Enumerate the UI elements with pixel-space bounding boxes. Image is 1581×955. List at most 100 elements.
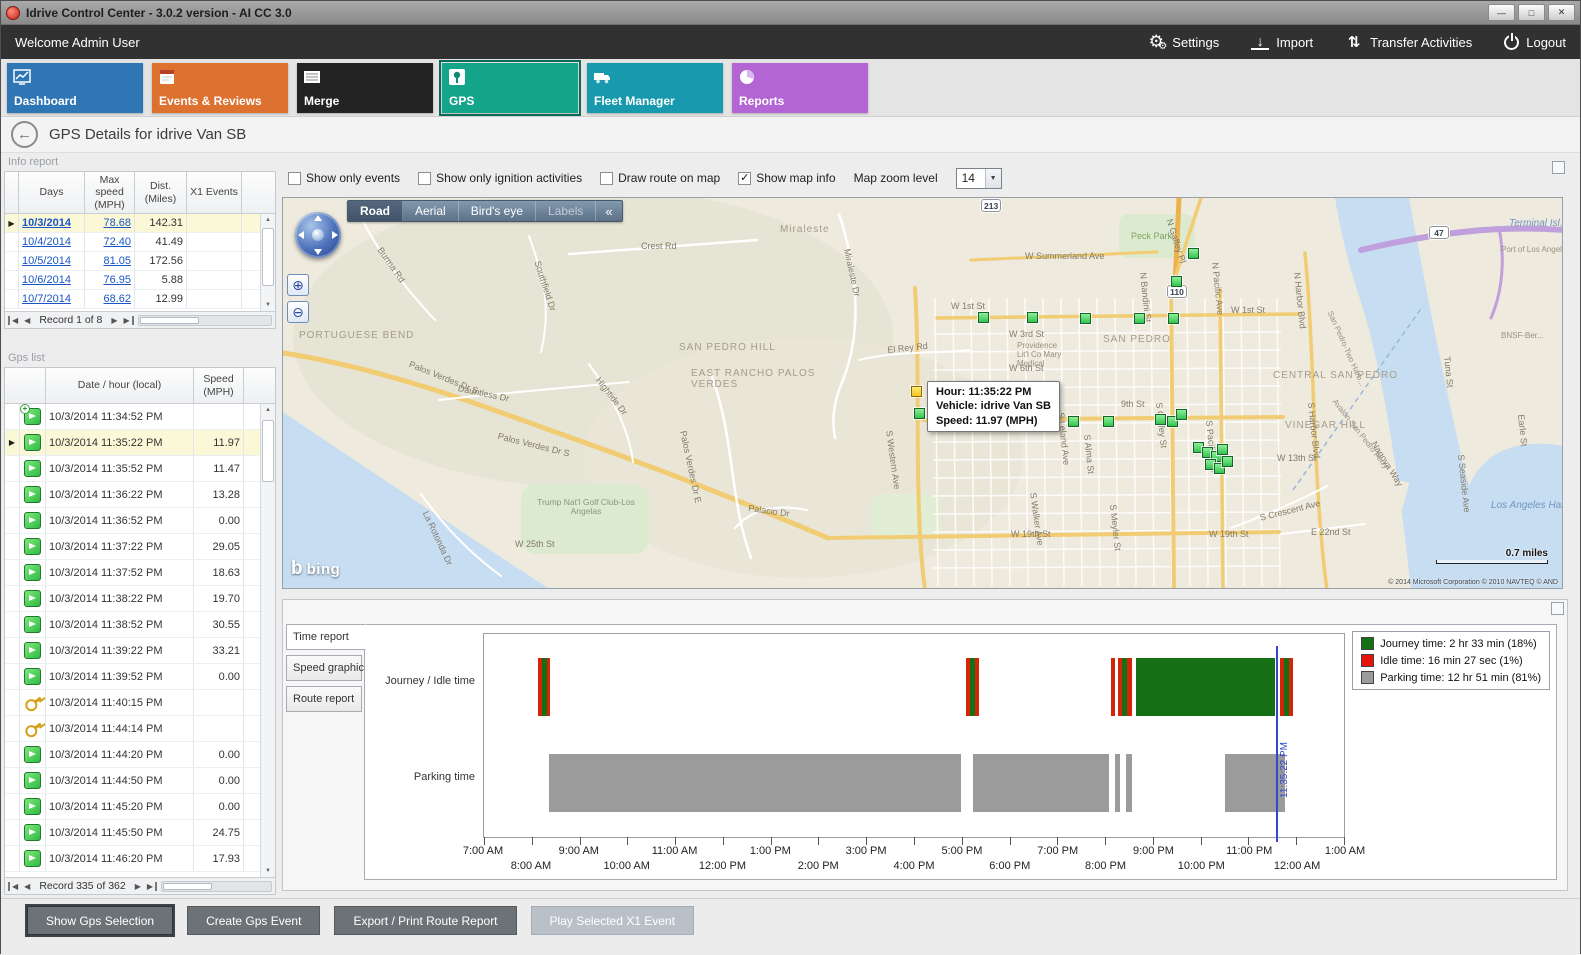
gps-list-row[interactable]: 10/3/2014 11:36:22 PM13.28 xyxy=(5,482,275,508)
gps-marker[interactable] xyxy=(1027,312,1038,323)
gps-marker[interactable] xyxy=(978,312,989,323)
minimize-button[interactable]: — xyxy=(1488,4,1515,21)
selected-gps-marker[interactable] xyxy=(911,386,922,397)
scroll-up-icon[interactable]: ▲ xyxy=(261,214,275,226)
scroll-down-icon[interactable]: ▼ xyxy=(261,299,275,311)
pager-first-button[interactable]: ◀ xyxy=(8,882,19,891)
nav-tile-reports[interactable]: Reports xyxy=(732,63,868,113)
pan-north-icon[interactable] xyxy=(314,215,322,221)
gps-list-row[interactable]: 10/3/2014 11:40:15 PM xyxy=(5,690,275,716)
gps-list-row[interactable]: +10/3/2014 11:34:52 PM xyxy=(5,404,275,430)
gps-marker[interactable] xyxy=(1222,456,1233,467)
maximize-button[interactable]: □ xyxy=(1518,4,1545,21)
pan-south-icon[interactable] xyxy=(314,249,322,255)
gps-list-row[interactable]: 10/3/2014 11:45:20 PM0.00 xyxy=(5,794,275,820)
info-report-row[interactable]: 10/6/201476.955.88 xyxy=(5,271,275,290)
pager-prev-button[interactable]: ◀ xyxy=(23,316,31,325)
export-print-route-report-button[interactable]: Export / Print Route Report xyxy=(334,906,516,935)
gps-marker[interactable] xyxy=(1217,444,1228,455)
info-report-row[interactable]: 10/7/201468.6212.99 xyxy=(5,290,275,309)
back-button[interactable] xyxy=(11,121,38,148)
zoom-out-button[interactable]: ⊖ xyxy=(287,301,309,323)
checkbox-show-map-info[interactable]: ✓Show map info xyxy=(738,171,835,185)
gps-list-row[interactable]: 10/3/2014 11:44:14 PM xyxy=(5,716,275,742)
settings-button[interactable]: Settings xyxy=(1147,33,1219,51)
gps-list-row[interactable]: 10/3/2014 11:44:20 PM0.00 xyxy=(5,742,275,768)
gps-list-row[interactable]: 10/3/2014 11:38:22 PM19.70 xyxy=(5,586,275,612)
scroll-track[interactable] xyxy=(261,416,275,865)
gps-list-row[interactable]: 10/3/2014 11:46:20 PM17.93 xyxy=(5,846,275,872)
pager-prev-button[interactable]: ◀ xyxy=(23,882,31,891)
day-link[interactable]: 10/7/2014 xyxy=(19,290,85,308)
gps-list-row[interactable]: 10/3/2014 11:38:52 PM30.55 xyxy=(5,612,275,638)
gps-marker[interactable] xyxy=(1080,313,1091,324)
map-pan-compass[interactable] xyxy=(295,212,341,258)
gps-marker[interactable] xyxy=(914,408,925,419)
transfer-activities-button[interactable]: Transfer Activities xyxy=(1345,33,1472,51)
info-report-row[interactable]: 10/5/201481.05172.56 xyxy=(5,252,275,271)
checkbox-draw-route[interactable]: Draw route on map xyxy=(600,171,720,185)
pan-west-icon[interactable] xyxy=(298,231,304,239)
info-report-row[interactable]: ▶10/3/201478.68142.31 xyxy=(5,214,275,233)
gps-list-row[interactable]: 10/3/2014 11:39:52 PM0.00 xyxy=(5,664,275,690)
pager-next-button[interactable]: ▶ xyxy=(110,316,118,325)
info-report-row[interactable]: 10/4/201472.4041.49 xyxy=(5,233,275,252)
map-style-labels[interactable]: Labels xyxy=(536,201,596,221)
gps-marker[interactable] xyxy=(1155,414,1166,425)
max-speed-link[interactable]: 81.05 xyxy=(85,252,135,270)
scroll-thumb[interactable] xyxy=(262,228,274,286)
max-speed-link[interactable]: 78.68 xyxy=(85,214,135,232)
zoom-in-button[interactable]: ⊕ xyxy=(287,274,309,296)
pager-scroll-thumb[interactable] xyxy=(163,883,212,890)
max-speed-link[interactable]: 72.40 xyxy=(85,233,135,251)
checkbox-only-events[interactable]: Show only events xyxy=(288,171,400,185)
nav-tile-fleet[interactable]: Fleet Manager xyxy=(587,63,723,113)
gps-list-row[interactable]: ▶10/3/2014 11:35:22 PM11.97 xyxy=(5,430,275,456)
collapse-map-panel-button[interactable] xyxy=(1552,161,1565,174)
scroll-down-icon[interactable]: ▼ xyxy=(261,865,275,877)
gps-list-row[interactable]: 10/3/2014 11:45:50 PM24.75 xyxy=(5,820,275,846)
day-link[interactable]: 10/4/2014 xyxy=(19,233,85,251)
nav-tile-merge[interactable]: Merge xyxy=(297,63,433,113)
day-link[interactable]: 10/3/2014 xyxy=(19,214,85,232)
import-button[interactable]: Import xyxy=(1251,34,1313,50)
max-speed-link[interactable]: 76.95 xyxy=(85,271,135,289)
gps-list-row[interactable]: 10/3/2014 11:39:22 PM33.21 xyxy=(5,638,275,664)
pager-scrollbar[interactable] xyxy=(161,881,272,892)
pager-next-button[interactable]: ▶ xyxy=(134,882,142,891)
gps-marker[interactable] xyxy=(1188,248,1199,259)
gps-marker[interactable] xyxy=(1176,409,1187,420)
gps-list-row[interactable]: 10/3/2014 11:36:52 PM0.00 xyxy=(5,508,275,534)
tab-route-report[interactable]: Route report xyxy=(286,686,362,712)
pager-first-button[interactable]: ◀ xyxy=(8,316,19,325)
pager-last-button[interactable]: ▶ xyxy=(146,882,157,891)
pager-scroll-thumb[interactable] xyxy=(140,317,200,324)
logout-button[interactable]: Logout xyxy=(1504,35,1566,50)
gps-marker[interactable] xyxy=(1134,313,1145,324)
map-style-road[interactable]: Road xyxy=(348,201,403,221)
day-link[interactable]: 10/5/2014 xyxy=(19,252,85,270)
gps-marker[interactable] xyxy=(1103,416,1114,427)
map-zoom-select[interactable]: 14▼ xyxy=(956,168,1002,189)
nav-tile-dashboard[interactable]: Dashboard xyxy=(7,63,143,113)
scroll-track[interactable] xyxy=(261,226,275,299)
map-viewport[interactable]: MiralestePeck ParkW Summerland AveCrest … xyxy=(282,197,1563,589)
map-style-birdseye[interactable]: Bird's eye xyxy=(459,201,536,221)
gps-list-row[interactable]: 10/3/2014 11:35:52 PM11.47 xyxy=(5,456,275,482)
show-gps-selection-button[interactable]: Show Gps Selection xyxy=(27,906,173,935)
tab-speed-graphic[interactable]: Speed graphic xyxy=(286,655,362,681)
day-link[interactable]: 10/6/2014 xyxy=(19,271,85,289)
time-cursor-line[interactable]: 11:35:22 PM xyxy=(1276,646,1278,842)
collapse-style-bar-icon[interactable]: « xyxy=(596,201,621,221)
tab-time-report[interactable]: Time report xyxy=(286,624,366,650)
gps-list-row[interactable]: 10/3/2014 11:37:52 PM18.63 xyxy=(5,560,275,586)
gps-marker[interactable] xyxy=(1168,313,1179,324)
gps-marker[interactable] xyxy=(1068,416,1079,427)
nav-tile-events[interactable]: Events & Reviews xyxy=(152,63,288,113)
scroll-up-icon[interactable]: ▲ xyxy=(261,404,275,416)
collapse-report-panel-button[interactable] xyxy=(1551,602,1564,615)
gps-list-scrollbar[interactable]: ▲ ▼ xyxy=(260,404,275,877)
gps-marker[interactable] xyxy=(1171,276,1182,287)
pager-last-button[interactable]: ▶ xyxy=(123,316,134,325)
gps-list-row[interactable]: 10/3/2014 11:44:50 PM0.00 xyxy=(5,768,275,794)
